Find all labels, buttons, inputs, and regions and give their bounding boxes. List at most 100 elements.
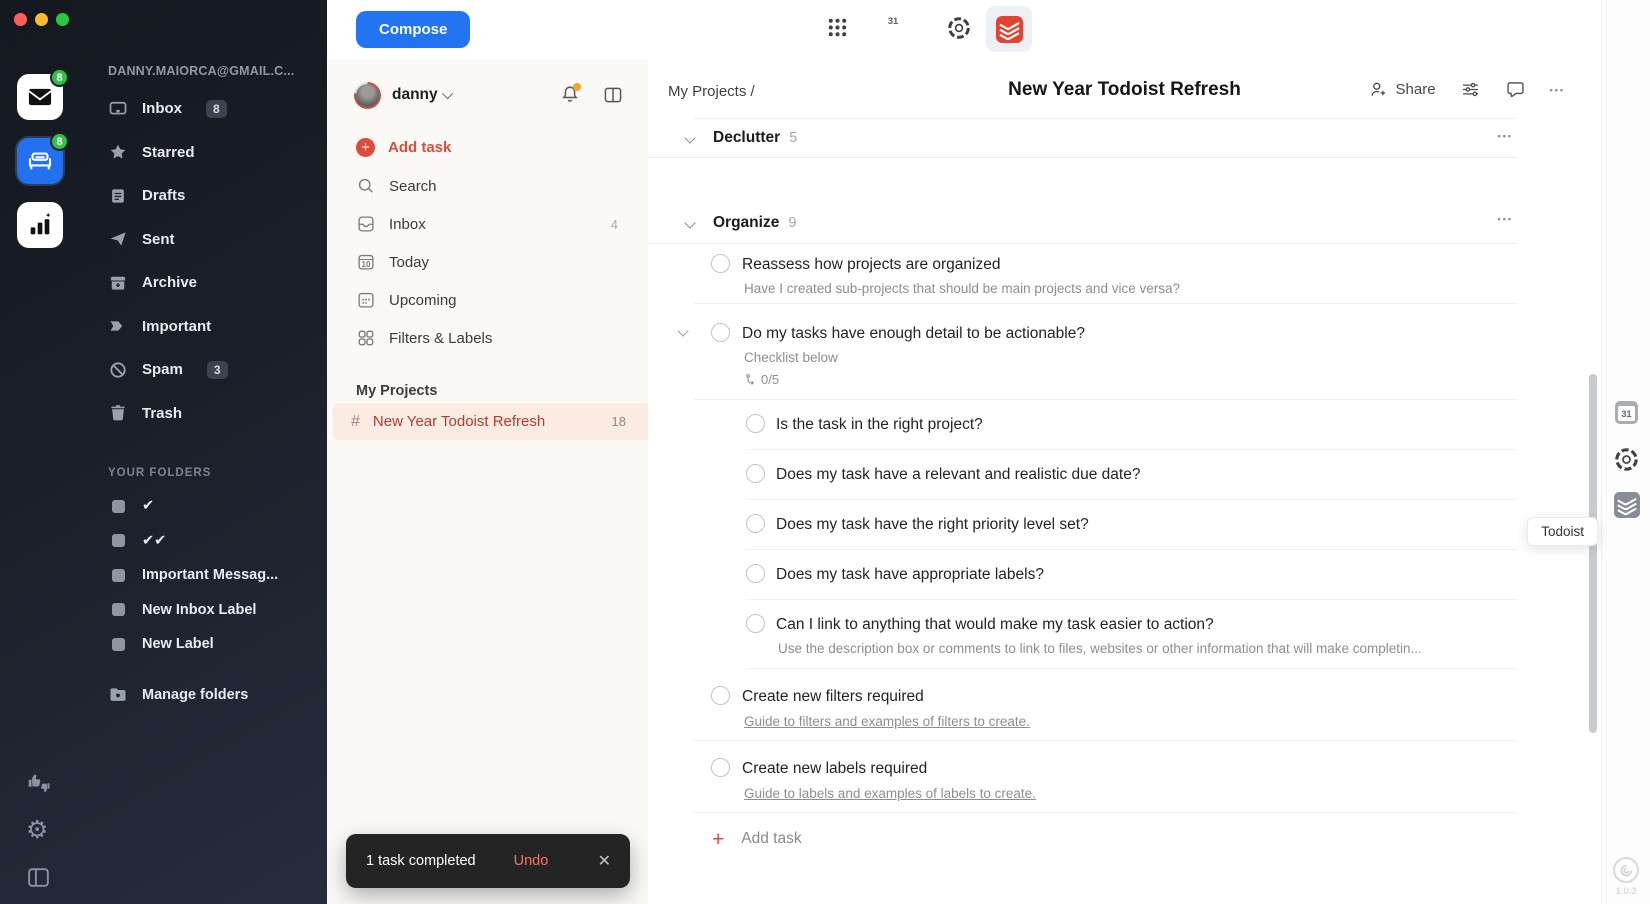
- task-checkbox[interactable]: [711, 323, 730, 342]
- mail-item-important[interactable]: Important: [108, 305, 322, 349]
- task-title: Is the task in the right project?: [776, 413, 1517, 437]
- section-more-icon[interactable]: •••: [1498, 131, 1513, 141]
- trash-icon: [108, 403, 128, 423]
- mail-item-drafts[interactable]: Drafts: [108, 174, 322, 218]
- chatgpt-extension-icon[interactable]: [1613, 446, 1640, 478]
- undo-button[interactable]: Undo: [514, 853, 549, 869]
- mail-item-label: Spam: [142, 361, 183, 378]
- section-organize: Organize 9 •••: [648, 202, 1517, 244]
- folder-item[interactable]: New Label: [108, 627, 322, 662]
- task-link[interactable]: Guide to filters and examples of filters…: [744, 712, 1030, 732]
- bar-chart-icon: [26, 211, 54, 239]
- folder-item[interactable]: ✔✔: [108, 524, 322, 559]
- chevron-down-icon[interactable]: [442, 88, 453, 99]
- subtask-row[interactable]: Does my task have the right priority lev…: [648, 500, 1517, 550]
- messenger-app-icon[interactable]: 8: [17, 138, 63, 184]
- subtask-row[interactable]: Is the task in the right project?: [648, 400, 1517, 450]
- folders-header: YOUR FOLDERS: [108, 467, 322, 479]
- task-checkbox[interactable]: [746, 614, 765, 633]
- nav-item-upcoming[interactable]: Upcoming: [356, 281, 648, 319]
- section-collapse-icon[interactable]: [684, 217, 695, 228]
- feedback-icon[interactable]: [26, 770, 52, 796]
- subtask-row[interactable]: Does my task have a relevant and realist…: [648, 450, 1517, 500]
- nav-item-search[interactable]: Search: [356, 167, 648, 205]
- mail-item-archive[interactable]: Archive: [108, 261, 322, 305]
- nav-item-filters-labels[interactable]: Filters & Labels: [356, 319, 648, 357]
- layout-columns-icon[interactable]: [602, 84, 624, 106]
- view-options-icon[interactable]: [1460, 79, 1481, 100]
- add-task-button[interactable]: + Add task: [648, 813, 1601, 865]
- mail-item-starred[interactable]: Starred: [108, 131, 322, 175]
- task-checkbox[interactable]: [746, 414, 765, 433]
- folder-item[interactable]: Important Messag...: [108, 558, 322, 593]
- task-checkbox[interactable]: [711, 686, 730, 705]
- task-row[interactable]: Create new labels required Guide to labe…: [648, 741, 1517, 813]
- folder-label: ✔: [142, 498, 154, 514]
- task-link[interactable]: Guide to labels and examples of labels t…: [744, 784, 1036, 804]
- project-item-new-year-todoist-refresh[interactable]: # New Year Todoist Refresh 18: [333, 403, 648, 440]
- mail-nav: DANNY.MAIORCA@GMAIL.C... Inbox 8 Starred…: [108, 64, 322, 717]
- folder-label: ✔✔: [142, 533, 166, 549]
- todoist-extension-icon[interactable]: [1614, 492, 1640, 523]
- inbox-count-badge: 8: [206, 100, 227, 118]
- share-button[interactable]: Share: [1368, 79, 1436, 100]
- todoist-nav: + Add task Search Inbox 4 10 Today Upcom…: [327, 127, 648, 357]
- task-checkbox[interactable]: [746, 514, 765, 533]
- todoist-app-icon-active[interactable]: [986, 6, 1032, 52]
- version-number: 1.0.3: [1608, 886, 1644, 896]
- chatgpt-app-icon[interactable]: [946, 15, 972, 46]
- avatar[interactable]: [354, 82, 381, 109]
- sidebar-toggle-icon[interactable]: [26, 865, 51, 890]
- task-collapse-icon[interactable]: [677, 325, 688, 336]
- comments-icon[interactable]: [1505, 79, 1526, 100]
- apps-grid-icon[interactable]: [826, 16, 849, 44]
- mail-item-spam[interactable]: Spam 3: [108, 348, 322, 392]
- nav-label: Search: [389, 178, 437, 195]
- nav-item-today[interactable]: 10 Today: [356, 243, 648, 281]
- task-checkbox[interactable]: [746, 464, 765, 483]
- toast-message: 1 task completed: [366, 853, 476, 869]
- mail-item-sent[interactable]: Sent: [108, 218, 322, 262]
- add-task-nav-button[interactable]: + Add task: [356, 127, 648, 167]
- settings-gear-icon[interactable]: ⚙: [26, 818, 48, 843]
- mail-app-icon[interactable]: 8: [17, 74, 63, 120]
- zoom-window-button[interactable]: [56, 13, 69, 26]
- folder-item[interactable]: ✔: [108, 489, 322, 524]
- nav-item-inbox[interactable]: Inbox 4: [356, 205, 648, 243]
- section-collapse-icon[interactable]: [684, 132, 695, 143]
- person-add-icon: [1368, 79, 1389, 100]
- more-options-icon[interactable]: •••: [1550, 85, 1565, 95]
- star-icon: [108, 142, 128, 162]
- close-icon[interactable]: ✕: [598, 851, 611, 871]
- task-row[interactable]: Reassess how projects are organized Have…: [648, 244, 1517, 304]
- analytics-app-icon[interactable]: [17, 202, 63, 248]
- folder-label: New Label: [142, 636, 214, 652]
- nav-label: Today: [389, 254, 429, 271]
- task-row[interactable]: Create new filters required Guide to fil…: [648, 669, 1517, 741]
- task-title: Do my tasks have enough detail to be act…: [742, 322, 1517, 346]
- close-window-button[interactable]: [14, 13, 27, 26]
- mail-item-trash[interactable]: Trash: [108, 392, 322, 436]
- subtask-row[interactable]: Does my task have appropriate labels?: [648, 550, 1517, 600]
- folder-item[interactable]: New Inbox Label: [108, 593, 322, 628]
- minimize-window-button[interactable]: [35, 13, 48, 26]
- nav-label: Inbox: [389, 216, 426, 233]
- drafts-icon: [108, 186, 128, 206]
- mail-item-label: Trash: [142, 405, 182, 422]
- compose-button[interactable]: Compose: [356, 11, 470, 48]
- mail-item-inbox[interactable]: Inbox 8: [108, 87, 322, 131]
- task-checkbox[interactable]: [711, 254, 730, 273]
- inbox-tray-icon: [356, 214, 376, 234]
- user-name[interactable]: danny: [392, 86, 438, 104]
- my-projects-header[interactable]: My Projects: [356, 383, 648, 399]
- notifications-button[interactable]: [559, 84, 581, 106]
- subtask-row[interactable]: Can I link to anything that would make m…: [648, 600, 1517, 669]
- section-more-icon[interactable]: •••: [1498, 214, 1513, 224]
- manage-folders-button[interactable]: Manage folders: [108, 674, 322, 717]
- folder-label: Important Messag...: [142, 567, 278, 583]
- task-row[interactable]: Do my tasks have enough detail to be act…: [648, 304, 1517, 400]
- calendar-extension-icon[interactable]: 31: [1615, 401, 1638, 424]
- task-checkbox[interactable]: [711, 758, 730, 777]
- vertical-scrollbar[interactable]: [1589, 374, 1597, 733]
- task-checkbox[interactable]: [746, 564, 765, 583]
